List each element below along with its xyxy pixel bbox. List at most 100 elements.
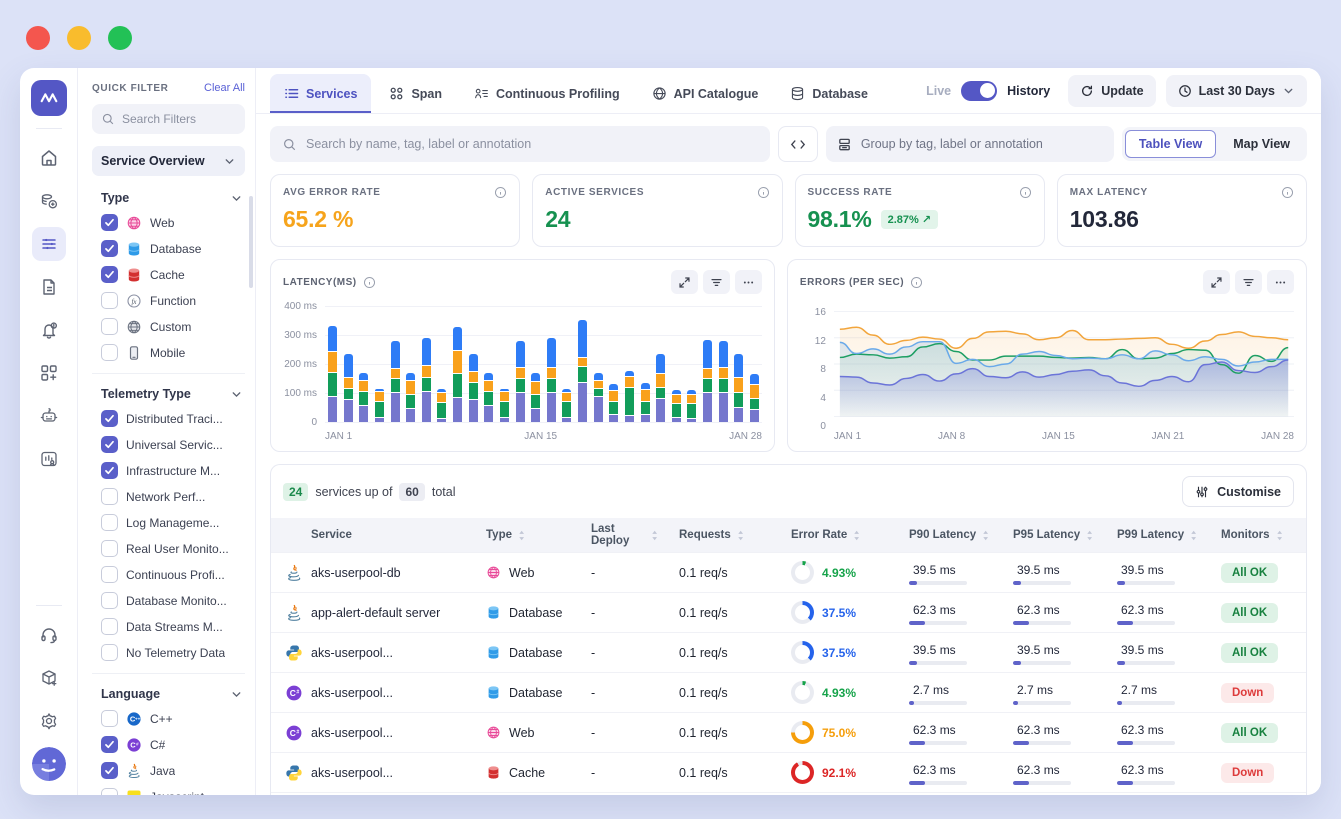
table-view-button[interactable]: Table View [1125, 130, 1216, 158]
column-header-p99-latency[interactable]: P99 Latency [1107, 529, 1211, 541]
latency-bar[interactable] [453, 327, 462, 422]
clear-all-link[interactable]: Clear All [204, 82, 245, 94]
filter-item-function[interactable]: fxFunction [101, 292, 245, 309]
filter-item-continuous-profi-[interactable]: Continuous Profi... [101, 566, 245, 583]
sort-icon[interactable] [737, 530, 745, 541]
nav-releases-icon[interactable] [32, 661, 66, 695]
latency-bar[interactable] [562, 389, 571, 422]
table-row[interactable]: C#aks-userpool...Web-0.1 req/s75.0%62.3 … [271, 712, 1306, 752]
checkbox[interactable] [101, 618, 118, 635]
nav-integrations-icon[interactable] [32, 356, 66, 390]
filter-item-javascript[interactable]: JSJavascript [101, 788, 245, 795]
latency-bar-plot[interactable] [325, 306, 762, 422]
nav-home-icon[interactable] [32, 141, 66, 175]
expand-chart-button[interactable] [1203, 270, 1230, 294]
tab-database[interactable]: Database [776, 74, 882, 113]
latency-bar[interactable] [422, 338, 431, 422]
latency-bar[interactable] [734, 354, 743, 422]
filter-item-distributed-traci-[interactable]: Distributed Traci... [101, 410, 245, 427]
table-row[interactable]: aks-userpool-dbWeb-0.1 req/s4.93%39.5 ms… [271, 552, 1306, 592]
filter-chart-button[interactable] [1235, 270, 1262, 294]
checkbox[interactable] [101, 736, 118, 753]
filter-item-network-perf-[interactable]: Network Perf... [101, 488, 245, 505]
filter-chart-button[interactable] [703, 270, 730, 294]
filter-item-data-streams-m-[interactable]: Data Streams M... [101, 618, 245, 635]
service-search-input[interactable] [306, 137, 758, 151]
filter-scrollbar[interactable] [249, 196, 253, 288]
filter-item-universal-servic-[interactable]: Universal Servic... [101, 436, 245, 453]
tab-api-catalogue[interactable]: API Catalogue [638, 74, 773, 113]
checkbox[interactable] [101, 436, 118, 453]
section-service-overview[interactable]: Service Overview [92, 146, 245, 176]
latency-bar[interactable] [609, 384, 618, 422]
service-cell[interactable]: aks-userpool... [271, 644, 476, 662]
latency-bar[interactable] [625, 371, 634, 422]
checkbox[interactable] [101, 344, 118, 361]
latency-bar[interactable] [406, 373, 415, 422]
user-avatar[interactable] [32, 747, 66, 781]
checkbox[interactable] [101, 788, 118, 795]
latency-bar[interactable] [328, 326, 337, 422]
column-header-p95-latency[interactable]: P95 Latency [1003, 529, 1107, 541]
table-row[interactable]: aks-userpool...Cache-0.1 req/s92.1%62.3 … [271, 752, 1306, 792]
nav-services-icon[interactable] [32, 227, 66, 261]
checkbox[interactable] [101, 266, 118, 283]
table-row[interactable]: aks-userpool...Web-0.1 req/s75.0%62.3 ms… [271, 792, 1306, 795]
latency-bar[interactable] [578, 320, 587, 422]
checkbox[interactable] [101, 318, 118, 335]
nav-infrastructure-icon[interactable] [32, 184, 66, 218]
checkbox[interactable] [101, 762, 118, 779]
column-header-error-rate[interactable]: Error Rate [781, 529, 899, 541]
close-window-button[interactable] [26, 26, 50, 50]
latency-bar[interactable] [594, 373, 603, 422]
info-icon[interactable] [910, 276, 923, 289]
group-by-input[interactable] [861, 137, 1103, 151]
latency-bar[interactable] [359, 373, 368, 422]
sort-icon[interactable] [1190, 530, 1198, 541]
checkbox[interactable] [101, 214, 118, 231]
checkbox[interactable] [101, 240, 118, 257]
column-header-monitors[interactable]: Monitors [1211, 529, 1306, 541]
column-header-type[interactable]: Type [476, 529, 581, 541]
checkbox[interactable] [101, 566, 118, 583]
latency-bar[interactable] [719, 341, 728, 422]
latency-bar[interactable] [750, 374, 759, 422]
checkbox[interactable] [101, 644, 118, 661]
latency-bar[interactable] [469, 354, 478, 422]
nav-logs-icon[interactable] [32, 270, 66, 304]
errors-line-plot[interactable] [834, 306, 1294, 422]
checkbox[interactable] [101, 592, 118, 609]
group-by-box[interactable] [826, 126, 1114, 162]
filter-item-real-user-monito-[interactable]: Real User Monito... [101, 540, 245, 557]
filter-section-language[interactable]: Language [92, 680, 245, 708]
info-icon[interactable] [757, 186, 770, 199]
column-header-last-deploy[interactable]: Last Deploy [581, 523, 669, 547]
filter-item-log-manageme-[interactable]: Log Manageme... [101, 514, 245, 531]
app-logo[interactable] [31, 80, 67, 116]
nav-settings-icon[interactable] [32, 704, 66, 738]
checkbox[interactable] [101, 292, 118, 309]
sort-icon[interactable] [853, 530, 861, 541]
latency-bar[interactable] [437, 389, 446, 422]
checkbox[interactable] [101, 488, 118, 505]
nav-ai-assistant-icon[interactable] [32, 399, 66, 433]
checkbox[interactable] [101, 462, 118, 479]
sort-icon[interactable] [982, 530, 990, 541]
service-search-box[interactable] [270, 126, 770, 162]
column-header-p90-latency[interactable]: P90 Latency [899, 529, 1003, 541]
filter-item-java[interactable]: Java [101, 762, 245, 779]
filter-item-cache[interactable]: Cache [101, 266, 245, 283]
info-icon[interactable] [1019, 186, 1032, 199]
live-history-toggle[interactable] [961, 81, 997, 101]
latency-bar[interactable] [344, 354, 353, 422]
latency-bar[interactable] [703, 340, 712, 422]
checkbox[interactable] [101, 540, 118, 557]
filter-item-no-telemetry-data[interactable]: No Telemetry Data [101, 644, 245, 661]
tab-services[interactable]: Services [270, 74, 371, 113]
service-cell[interactable]: app-alert-default server [271, 604, 476, 622]
info-icon[interactable] [494, 186, 507, 199]
column-header-requests[interactable]: Requests [669, 529, 781, 541]
filter-section-telemetry-type[interactable]: Telemetry Type [92, 380, 245, 408]
zoom-window-button[interactable] [108, 26, 132, 50]
minimize-window-button[interactable] [67, 26, 91, 50]
